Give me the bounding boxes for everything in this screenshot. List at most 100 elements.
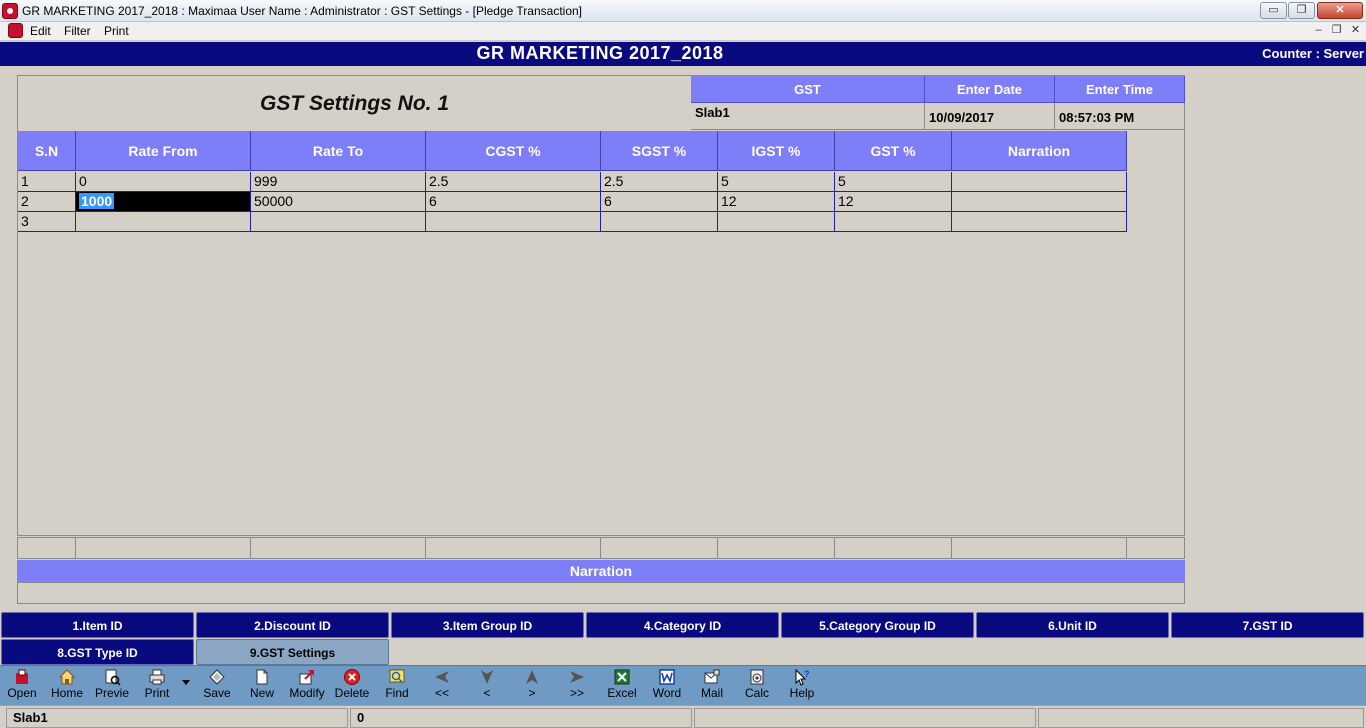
find-button[interactable]: Find: [375, 666, 419, 706]
table-cell-cgst[interactable]: [426, 212, 601, 232]
tab-gst-id[interactable]: 7.GST ID: [1171, 612, 1364, 638]
help-button[interactable]: ? Help: [780, 666, 824, 706]
totals-cell: [18, 538, 76, 558]
next-record-button[interactable]: >: [510, 666, 554, 706]
column-header-igst[interactable]: IGST %: [718, 131, 835, 171]
table-cell-narration[interactable]: [952, 192, 1127, 212]
table-cell-sgst[interactable]: 2.5: [601, 172, 718, 192]
calculator-icon: [750, 669, 764, 685]
mail-button[interactable]: Mail: [690, 666, 734, 706]
app-logo-icon[interactable]: [2, 3, 18, 19]
printer-icon: [149, 669, 165, 685]
home-button[interactable]: Home: [45, 666, 89, 706]
column-header-gst[interactable]: GST %: [835, 131, 952, 171]
first-record-button[interactable]: <<: [420, 666, 464, 706]
modify-icon: [299, 670, 314, 685]
enter-time-header: Enter Time: [1055, 76, 1185, 103]
table-cell-sn[interactable]: 3: [18, 212, 76, 232]
table-cell-igst[interactable]: 12: [718, 192, 835, 212]
table-cell-gst[interactable]: [835, 212, 952, 232]
modify-button[interactable]: Modify: [285, 666, 329, 706]
table-cell-cgst[interactable]: 2.5: [426, 172, 601, 192]
delete-icon: [344, 669, 360, 685]
enter-date-field[interactable]: 10/09/2017: [925, 103, 1055, 130]
tab-gst-settings[interactable]: 9.GST Settings: [196, 639, 389, 665]
tab-gst-type-id[interactable]: 8.GST Type ID: [1, 639, 194, 665]
column-header-narration[interactable]: Narration: [952, 131, 1127, 171]
print-button[interactable]: Print: [135, 666, 179, 706]
table-cell-rate-to[interactable]: 50000: [251, 192, 426, 212]
table-cell-cgst[interactable]: 6: [426, 192, 601, 212]
save-button[interactable]: Save: [195, 666, 239, 706]
close-button[interactable]: ✕: [1317, 2, 1363, 19]
table-cell-narration[interactable]: [952, 172, 1127, 192]
menu-edit[interactable]: Edit: [30, 24, 51, 38]
table-cell-sn[interactable]: 1: [18, 172, 76, 192]
status-panel-value: 0: [350, 708, 692, 728]
previous-record-button[interactable]: <: [465, 666, 509, 706]
gst-settings-panel: GST Settings No. 1 GST Enter Date Enter …: [17, 75, 1185, 536]
mdi-close-button[interactable]: ✕: [1348, 24, 1363, 38]
enter-time-field[interactable]: 08:57:03 PM: [1055, 103, 1185, 130]
table-cell-igst[interactable]: 5: [718, 172, 835, 192]
previous-record-icon: [481, 670, 493, 684]
table-cell-rate-from[interactable]: 0: [76, 172, 251, 192]
table-cell-sgst[interactable]: 6: [601, 192, 718, 212]
table-cell-sn[interactable]: 2: [18, 192, 76, 212]
tab-item-group-id[interactable]: 3.Item Group ID: [391, 612, 584, 638]
gst-value-field[interactable]: Slab1: [691, 103, 925, 130]
gst-header: GST: [691, 76, 925, 103]
table-cell-sgst[interactable]: [601, 212, 718, 232]
menu-bar: Edit Filter Print – ❐ ✕: [0, 22, 1366, 41]
narration-label: Narration: [17, 560, 1185, 582]
table-cell-igst[interactable]: [718, 212, 835, 232]
table-cell-gst[interactable]: 12: [835, 192, 952, 212]
table-cell-rate-to[interactable]: [251, 212, 426, 232]
table-cell-rate-to[interactable]: 999: [251, 172, 426, 192]
table-cell-narration[interactable]: [952, 212, 1127, 232]
column-header-rate-from[interactable]: Rate From: [76, 131, 251, 171]
mdi-minimize-button[interactable]: –: [1311, 24, 1326, 38]
column-header-rate-to[interactable]: Rate To: [251, 131, 426, 171]
preview-button[interactable]: Previe: [90, 666, 134, 706]
word-button[interactable]: Word: [645, 666, 689, 706]
calc-button[interactable]: Calc: [735, 666, 779, 706]
mdi-app-icon[interactable]: [8, 23, 23, 38]
selected-text[interactable]: 1000: [79, 193, 115, 209]
column-header-sn[interactable]: S.N: [18, 131, 76, 171]
enter-date-header: Enter Date: [925, 76, 1055, 103]
new-button[interactable]: New: [240, 666, 284, 706]
menu-filter[interactable]: Filter: [64, 24, 91, 38]
print-dropdown-icon[interactable]: [182, 680, 190, 685]
tab-discount-id[interactable]: 2.Discount ID: [196, 612, 389, 638]
company-name: GR MARKETING 2017_2018: [476, 43, 724, 63]
last-record-button[interactable]: >>: [555, 666, 599, 706]
minimize-button[interactable]: ▭: [1260, 2, 1287, 19]
close-icon: ✕: [1335, 4, 1345, 16]
tab-category-id[interactable]: 4.Category ID: [586, 612, 779, 638]
column-header-sgst[interactable]: SGST %: [601, 131, 718, 171]
home-icon: [58, 669, 76, 685]
table-cell-gst[interactable]: 5: [835, 172, 952, 192]
mdi-restore-button[interactable]: ❐: [1329, 24, 1344, 38]
totals-cell: [251, 538, 426, 558]
open-button[interactable]: Open: [0, 666, 44, 706]
table-cell-rate-from-active[interactable]: 1000: [76, 192, 251, 212]
totals-cell: [718, 538, 835, 558]
mail-icon: [704, 669, 720, 684]
maximize-button[interactable]: ❐: [1288, 2, 1315, 19]
column-header-cgst[interactable]: CGST %: [426, 131, 601, 171]
excel-button[interactable]: Excel: [600, 666, 644, 706]
form-title: GST Settings No. 1: [259, 92, 450, 115]
tab-item-id[interactable]: 1.Item ID: [1, 612, 194, 638]
company-header: GR MARKETING 2017_2018 Counter : Server: [0, 42, 1366, 66]
tab-unit-id[interactable]: 6.Unit ID: [976, 612, 1169, 638]
delete-button[interactable]: Delete: [330, 666, 374, 706]
toolbar: Open Home Previe Print Save New Modify D…: [0, 665, 1366, 705]
last-record-icon: [570, 671, 584, 683]
totals-cell: [601, 538, 718, 558]
menu-print[interactable]: Print: [104, 24, 129, 38]
table-cell-rate-from[interactable]: [76, 212, 251, 232]
narration-input[interactable]: [17, 582, 1185, 604]
tab-category-group-id[interactable]: 5.Category Group ID: [781, 612, 974, 638]
